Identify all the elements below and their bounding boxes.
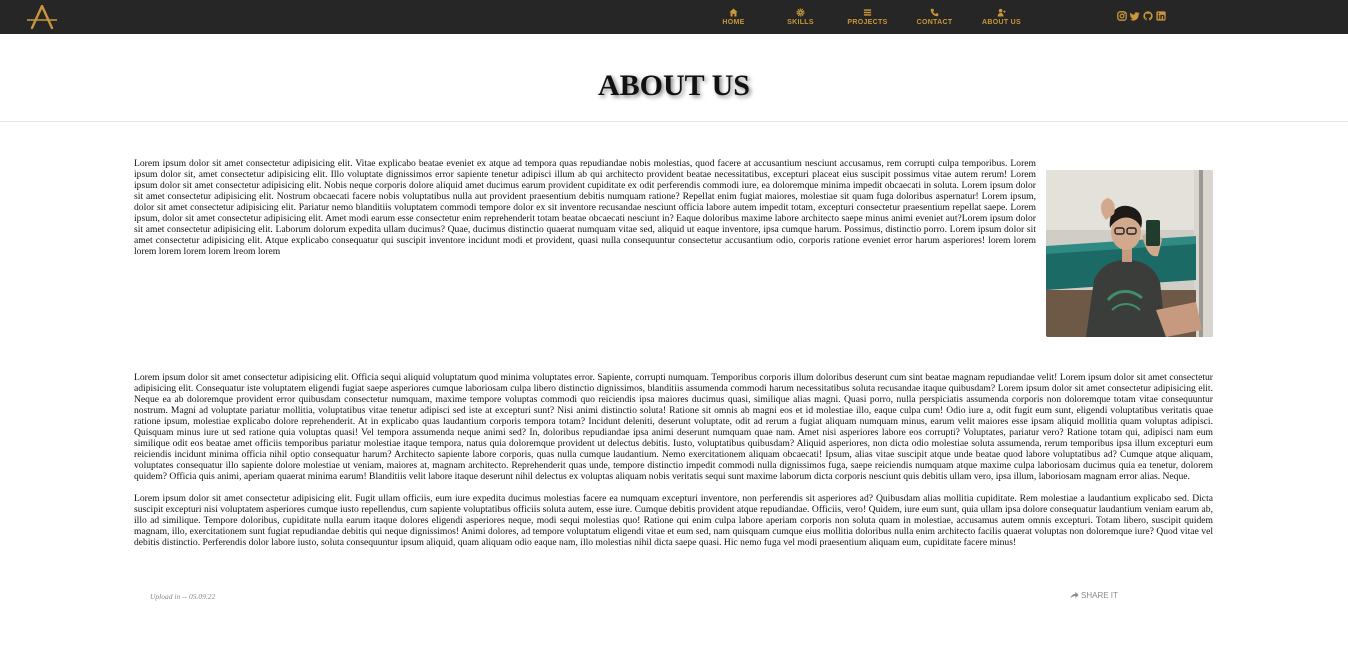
list-icon <box>863 8 872 16</box>
nav-item-skills[interactable]: SKILLS <box>767 0 834 34</box>
share-button[interactable]: SHARE IT <box>1070 591 1118 600</box>
logo-icon[interactable] <box>26 5 58 29</box>
phone-icon <box>930 8 939 16</box>
share-icon <box>1070 591 1079 599</box>
nav-item-about-us[interactable]: ABOUT US <box>968 0 1035 34</box>
nav-item-home[interactable]: HOME <box>700 0 767 34</box>
social-links <box>1117 11 1166 21</box>
nav-label-skills: SKILLS <box>787 18 814 26</box>
user-icon <box>997 8 1006 17</box>
title-divider <box>0 121 1348 122</box>
home-icon <box>729 7 738 17</box>
nav-item-projects[interactable]: PROJECTS <box>834 0 901 34</box>
nav-label-home: HOME <box>722 18 745 26</box>
about-paragraph-3: Lorem ipsum dolor sit amet consectetur a… <box>134 493 1213 548</box>
github-icon[interactable] <box>1143 11 1153 21</box>
nav-menu: HOME SKILLS PROJECTS CONTACT ABOUT US <box>700 0 1035 34</box>
navbar: HOME SKILLS PROJECTS CONTACT ABOUT US <box>0 0 1348 34</box>
about-paragraph-2: Lorem ipsum dolor sit amet consectetur a… <box>134 372 1213 482</box>
nav-item-contact[interactable]: CONTACT <box>901 0 968 34</box>
nav-label-projects: PROJECTS <box>847 18 888 26</box>
nav-label-contact: CONTACT <box>916 18 953 26</box>
profile-photo-image <box>1046 170 1213 337</box>
upload-date: Upload in -- 05.09.22 <box>150 592 216 601</box>
instagram-icon[interactable] <box>1117 11 1127 21</box>
twitter-icon[interactable] <box>1130 11 1140 21</box>
page-title: ABOUT US <box>598 69 750 102</box>
share-label: SHARE IT <box>1081 591 1118 600</box>
linkedin-icon[interactable] <box>1156 11 1166 21</box>
nav-label-about-us: ABOUT US <box>982 18 1021 26</box>
profile-photo <box>1046 170 1213 337</box>
gear-icon <box>796 7 805 17</box>
about-content: Lorem ipsum dolor sit amet consectetur a… <box>134 158 1213 559</box>
